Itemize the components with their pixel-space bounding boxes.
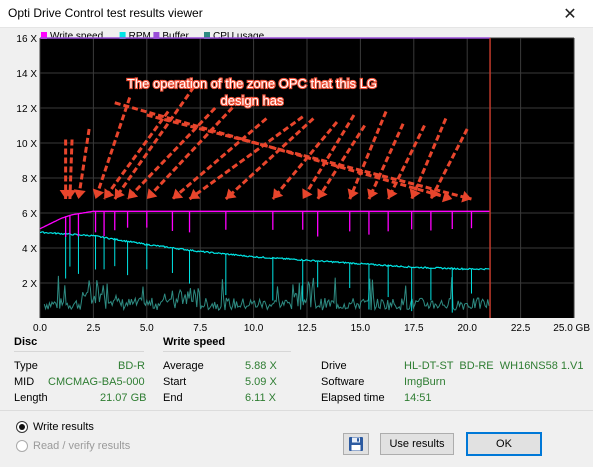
window-title: Opti Drive Control test results viewer (8, 6, 203, 20)
x-tick-label: 17.5 (404, 323, 424, 332)
end-value: 6.11 X (245, 392, 276, 404)
annotation-line-1: The operation of the zone OPC that this … (127, 76, 377, 91)
y-tick-label: 8 X (22, 174, 37, 185)
average-label: Average (163, 360, 204, 372)
close-button[interactable]: ✕ (547, 0, 593, 28)
radio-write-results-label: Write results (33, 421, 94, 433)
write-speed-section-title: Write speed (163, 336, 226, 348)
chart-panel: Write speed RPM Buffer CPU usage The operat… (0, 28, 593, 334)
radio-write-results[interactable]: Write results (16, 421, 94, 433)
drive-label: Drive (321, 360, 347, 372)
x-tick-label: 7.5 (193, 323, 207, 332)
legend-label: RPM (129, 31, 151, 42)
software-value: ImgBurn (404, 376, 446, 388)
elapsed-time-label: Elapsed time (321, 392, 385, 404)
radio-unselected-indicator (16, 440, 28, 452)
x-tick-label: 12.5 (297, 323, 317, 332)
speed-chart: Write speed RPM Buffer CPU usage The operat… (16, 31, 590, 334)
y-tick-label: 4 X (22, 244, 37, 255)
y-tick-label: 2 X (22, 279, 37, 290)
disc-section-title: Disc (14, 336, 38, 348)
title-bar: Opti Drive Control test results viewer ✕ (0, 0, 593, 28)
radio-selected-indicator (16, 421, 28, 433)
radio-read-verify-results[interactable]: Read / verify results (16, 440, 130, 452)
x-tick-label: 10.0 (244, 323, 264, 332)
x-tick-label: 5.0 (140, 323, 154, 332)
x-tick-label: 2.5 (86, 323, 100, 332)
y-tick-label: 12 X (16, 104, 37, 115)
dialog-footer: Write results Read / verify results Use … (0, 410, 593, 467)
x-tick-label: 22.5 (511, 323, 531, 332)
y-tick-label: 10 X (16, 139, 37, 150)
y-tick-label: 14 X (16, 69, 37, 80)
x-axis-ticks: 0.0 2.5 5.0 7.5 10.0 12.5 15.0 17.5 20.0 22.5 25.0… (33, 323, 590, 334)
write-speed-divider (163, 351, 291, 352)
disc-mid-value: CMCMAG-BA5-000 (48, 376, 145, 388)
y-tick-label: 6 X (22, 209, 37, 220)
disc-mid-label: MID (14, 376, 35, 388)
legend-label: Buffer (162, 31, 189, 42)
end-label: End (163, 392, 183, 404)
y-axis-ticks: 2 X 4 X 6 X 8 X 10 X 12 X 14 X 16 X (16, 34, 37, 290)
results-info: Disc Type BD-R MID CMCMAG-BA5-000 Length… (0, 332, 593, 410)
drive-value: HL-DT-ST BD-RE WH16NS58 1.V1 (404, 360, 584, 372)
x-tick-label: 15.0 (351, 323, 371, 332)
average-value: 5.88 X (245, 360, 277, 372)
elapsed-time-value: 14:51 (404, 392, 432, 404)
save-button[interactable] (343, 433, 369, 455)
disc-type-value: BD-R (118, 360, 145, 372)
annotation-line-2: design has (221, 93, 284, 108)
x-tick-label: 20.0 (457, 323, 477, 332)
close-icon: ✕ (563, 6, 577, 23)
x-tick-label: 25.0 GB (553, 323, 590, 332)
software-label: Software (321, 376, 365, 388)
start-value: 5.09 X (245, 376, 277, 388)
disc-divider (14, 351, 144, 352)
floppy-disk-icon (349, 437, 363, 451)
x-tick-label: 0.0 (33, 323, 47, 332)
disc-length-value: 21.07 GB (100, 392, 147, 404)
disc-type-label: Type (14, 360, 38, 372)
y-tick-label: 16 X (16, 34, 37, 45)
legend-label: CPU usage (213, 31, 265, 42)
use-results-button[interactable]: Use results (380, 433, 454, 455)
disc-length-label: Length (14, 392, 48, 404)
ok-button[interactable]: OK (466, 432, 542, 456)
start-label: Start (163, 376, 187, 388)
radio-read-verify-label: Read / verify results (33, 440, 131, 452)
legend-label: Write speed (50, 31, 103, 42)
